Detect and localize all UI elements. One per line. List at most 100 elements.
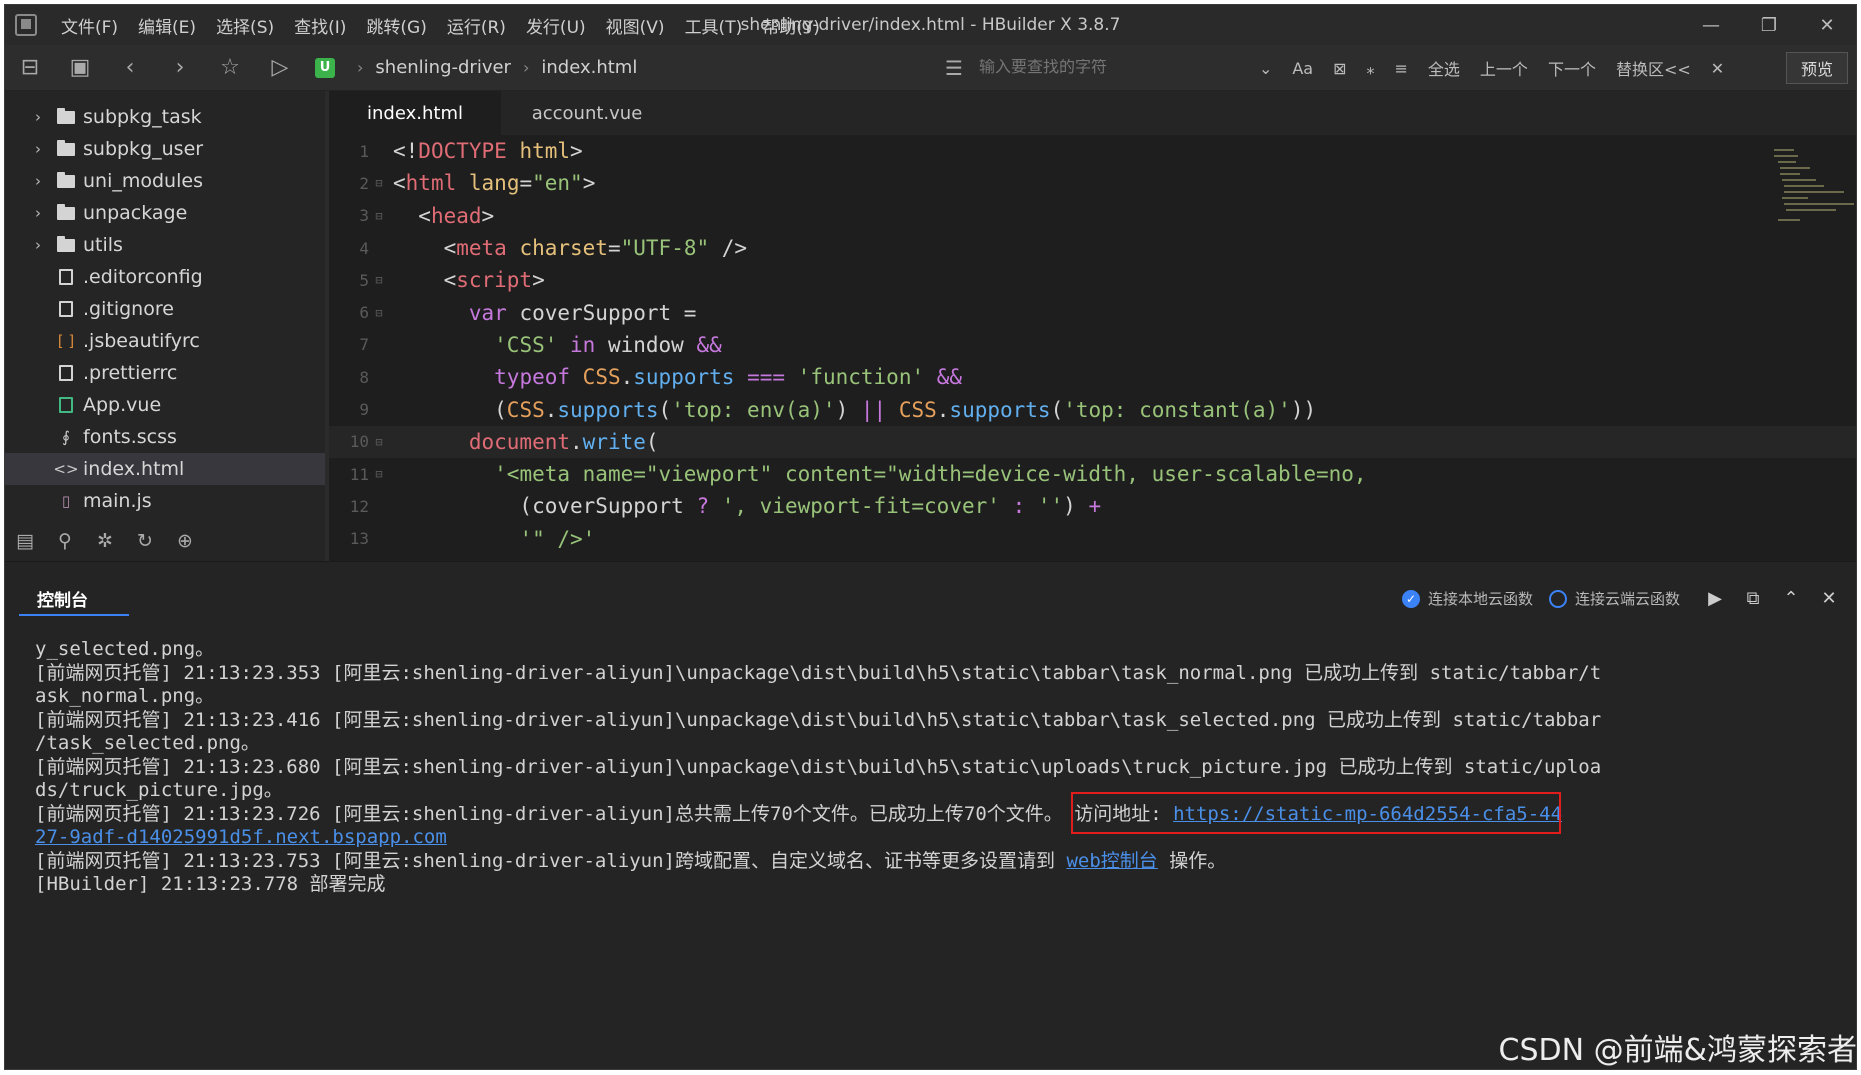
select-all-button[interactable]: 全选	[1428, 56, 1460, 80]
git-icon[interactable]: ↻	[125, 530, 165, 552]
new-file-icon[interactable]: ⊟	[5, 45, 55, 91]
ide-window: 文件(F) 编辑(E) 选择(S) 查找(I) 跳转(G) 运行(R) 发行(U…	[4, 4, 1857, 1070]
menu-find[interactable]: 查找(I)	[284, 13, 356, 38]
tree-item-unpackage[interactable]: › unpackage	[5, 197, 325, 229]
close-find-icon[interactable]: ✕	[1711, 59, 1724, 78]
style-file-icon: ∮	[62, 428, 70, 446]
visit-url-link-cont[interactable]: 27-9adf-d14025991d5f.next.bspapp.com	[35, 826, 447, 848]
summary-text: [前端网页托管] 21:13:23.726 [阿里云:shenling-driv…	[35, 802, 1075, 825]
chevron-right-icon[interactable]: ›	[35, 236, 53, 254]
menu-file[interactable]: 文件(F)	[51, 13, 128, 38]
chevron-right-icon[interactable]: ›	[35, 108, 53, 126]
menu-view[interactable]: 视图(V)	[596, 13, 675, 38]
menu-run[interactable]: 运行(R)	[437, 13, 516, 38]
tree-item-label: .editorconfig	[83, 266, 203, 288]
code-line: 6 ⊟ var coverSupport =	[359, 300, 697, 325]
toolbar: ⊟ ▣ ‹ › ☆ ▷ U › shenling-driver › index.…	[5, 45, 1856, 91]
radio-label-local[interactable]: 连接本地云函数	[1428, 588, 1533, 609]
chevron-right-icon[interactable]: ›	[35, 172, 53, 190]
tree-item-editorconfig[interactable]: .editorconfig	[5, 261, 325, 293]
minimap[interactable]	[1768, 135, 1856, 561]
find-bar: ☰ ⌄ Aa ⊠ ⁎ ≡ 全选 上一个 下一个 替换区<< ✕	[945, 45, 1734, 91]
tab-index-html[interactable]: index.html	[329, 91, 501, 135]
console-options: 连接本地云函数 连接云端云函数 ▶ ⧉ ⌃ ✕	[1401, 588, 1848, 609]
console-line: ds/truck_picture.jpg。	[35, 779, 283, 801]
radio-label-cloud[interactable]: 连接云端云函数	[1575, 588, 1680, 609]
tab-console[interactable]: 控制台	[19, 586, 129, 616]
title-bar: 文件(F) 编辑(E) 选择(S) 查找(I) 跳转(G) 运行(R) 发行(U…	[5, 5, 1856, 45]
tree-item-subpkg-user[interactable]: › subpkg_user	[5, 133, 325, 165]
chevron-right-icon[interactable]: ›	[35, 140, 53, 158]
find-next-button[interactable]: 下一个	[1548, 56, 1596, 80]
back-icon[interactable]: ‹	[105, 45, 155, 91]
url-highlight-box	[1071, 792, 1561, 834]
project-sidebar: › subpkg_task › subpkg_user › uni_module…	[5, 91, 325, 561]
explorer-icon[interactable]: ▤	[5, 530, 45, 552]
tree-item-index-html[interactable]: <> index.html	[5, 453, 325, 485]
breadcrumb-project[interactable]: shenling-driver	[375, 57, 511, 78]
play-icon[interactable]: ▶	[1696, 588, 1734, 609]
preview-button[interactable]: 预览	[1786, 52, 1848, 84]
chevron-up-icon[interactable]: ⌃	[1772, 588, 1810, 609]
breadcrumb: U › shenling-driver › index.html	[315, 57, 637, 78]
menu-publish[interactable]: 发行(U)	[516, 13, 596, 38]
tree-item-main-js[interactable]: ▯ main.js	[5, 485, 325, 517]
close-window-icon[interactable]: ✕	[1798, 5, 1856, 45]
tab-account-vue[interactable]: account.vue	[501, 91, 673, 135]
save-icon[interactable]: ▣	[55, 45, 105, 91]
debug-bug-icon[interactable]: ✲	[85, 530, 125, 552]
dropdown-chevron-icon[interactable]: ⌄	[1259, 59, 1272, 78]
tree-item-prettierrc[interactable]: .prettierrc	[5, 357, 325, 389]
regex-icon[interactable]: ⁎	[1367, 59, 1375, 78]
code-line: 8 typeof CSS.supports === 'function' &&	[359, 365, 963, 390]
star-icon[interactable]: ☆	[205, 45, 255, 91]
menu-tools[interactable]: 工具(T)	[675, 13, 753, 38]
whole-word-icon[interactable]: ⊠	[1333, 59, 1346, 78]
menu-select[interactable]: 选择(S)	[206, 13, 284, 38]
code-line: 2 ⊟ <html lang="en">	[359, 171, 596, 196]
find-icon: ☰	[945, 56, 963, 80]
tree-item-uni-modules[interactable]: › uni_modules	[5, 165, 325, 197]
tree-item-app-vue[interactable]: App.vue	[5, 389, 325, 421]
sidebar-tools: ▤ ⚲ ✲ ↻ ⊕	[5, 521, 325, 561]
menu-bar: 文件(F) 编辑(E) 选择(S) 查找(I) 跳转(G) 运行(R) 发行(U…	[51, 13, 830, 38]
file-icon	[53, 301, 79, 317]
plugin-icon[interactable]: ⊕	[165, 530, 205, 552]
console-line: [HBuilder] 21:13:23.778 部署完成	[35, 873, 386, 895]
menu-help[interactable]: 帮助(Y)	[752, 13, 830, 38]
menu-edit[interactable]: 编辑(E)	[128, 13, 206, 38]
minimize-icon[interactable]: —	[1682, 5, 1740, 45]
window-controls: — ❐ ✕	[1682, 5, 1856, 45]
vue-file-icon	[53, 397, 79, 413]
tree-item-jsbeautifyrc[interactable]: [ ] .jsbeautifyrc	[5, 325, 325, 357]
web-console-link[interactable]: web控制台	[1066, 850, 1157, 872]
project-badge-icon: U	[315, 57, 335, 78]
find-prev-button[interactable]: 上一个	[1480, 56, 1528, 80]
in-selection-icon[interactable]: ≡	[1395, 59, 1408, 78]
radio-remote-cloud-function[interactable]	[1548, 589, 1567, 608]
restore-icon[interactable]: ❐	[1740, 5, 1798, 45]
replace-toggle-button[interactable]: 替换区<<	[1616, 56, 1691, 80]
code-line: 4 <meta charset="UTF-8" />	[359, 236, 748, 261]
radio-local-cloud-function[interactable]	[1401, 589, 1420, 608]
tree-item-utils[interactable]: › utils	[5, 229, 325, 261]
js-file-icon: ▯	[61, 492, 71, 510]
tree-item-gitignore[interactable]: .gitignore	[5, 293, 325, 325]
tree-item-label: uni_modules	[83, 170, 203, 192]
chevron-right-icon: ›	[522, 58, 530, 77]
chevron-right-icon[interactable]: ›	[35, 204, 53, 222]
tree-item-fonts-scss[interactable]: ∮ fonts.scss	[5, 421, 325, 453]
close-console-icon[interactable]: ✕	[1810, 588, 1848, 609]
forward-icon[interactable]: ›	[155, 45, 205, 91]
open-external-icon[interactable]: ⧉	[1734, 588, 1772, 609]
find-input[interactable]	[978, 59, 1249, 77]
tree-item-subpkg-task[interactable]: › subpkg_task	[5, 101, 325, 133]
console-line: [前端网页托管] 21:13:23.416 [阿里云:shenling-driv…	[35, 708, 1602, 731]
breadcrumb-file[interactable]: index.html	[541, 57, 637, 78]
match-case-toggle[interactable]: Aa	[1292, 59, 1313, 78]
menu-goto[interactable]: 跳转(G)	[356, 13, 436, 38]
search-binoculars-icon[interactable]: ⚲	[45, 530, 85, 552]
code-editor[interactable]: 1 <!DOCTYPE html> 2 ⊟ <html lang="en"> 3 ⊟ <…	[329, 135, 1856, 561]
cross-text: [前端网页托管] 21:13:23.753 [阿里云:shenling-driv…	[35, 849, 1067, 872]
run-icon[interactable]: ▷	[255, 45, 305, 91]
